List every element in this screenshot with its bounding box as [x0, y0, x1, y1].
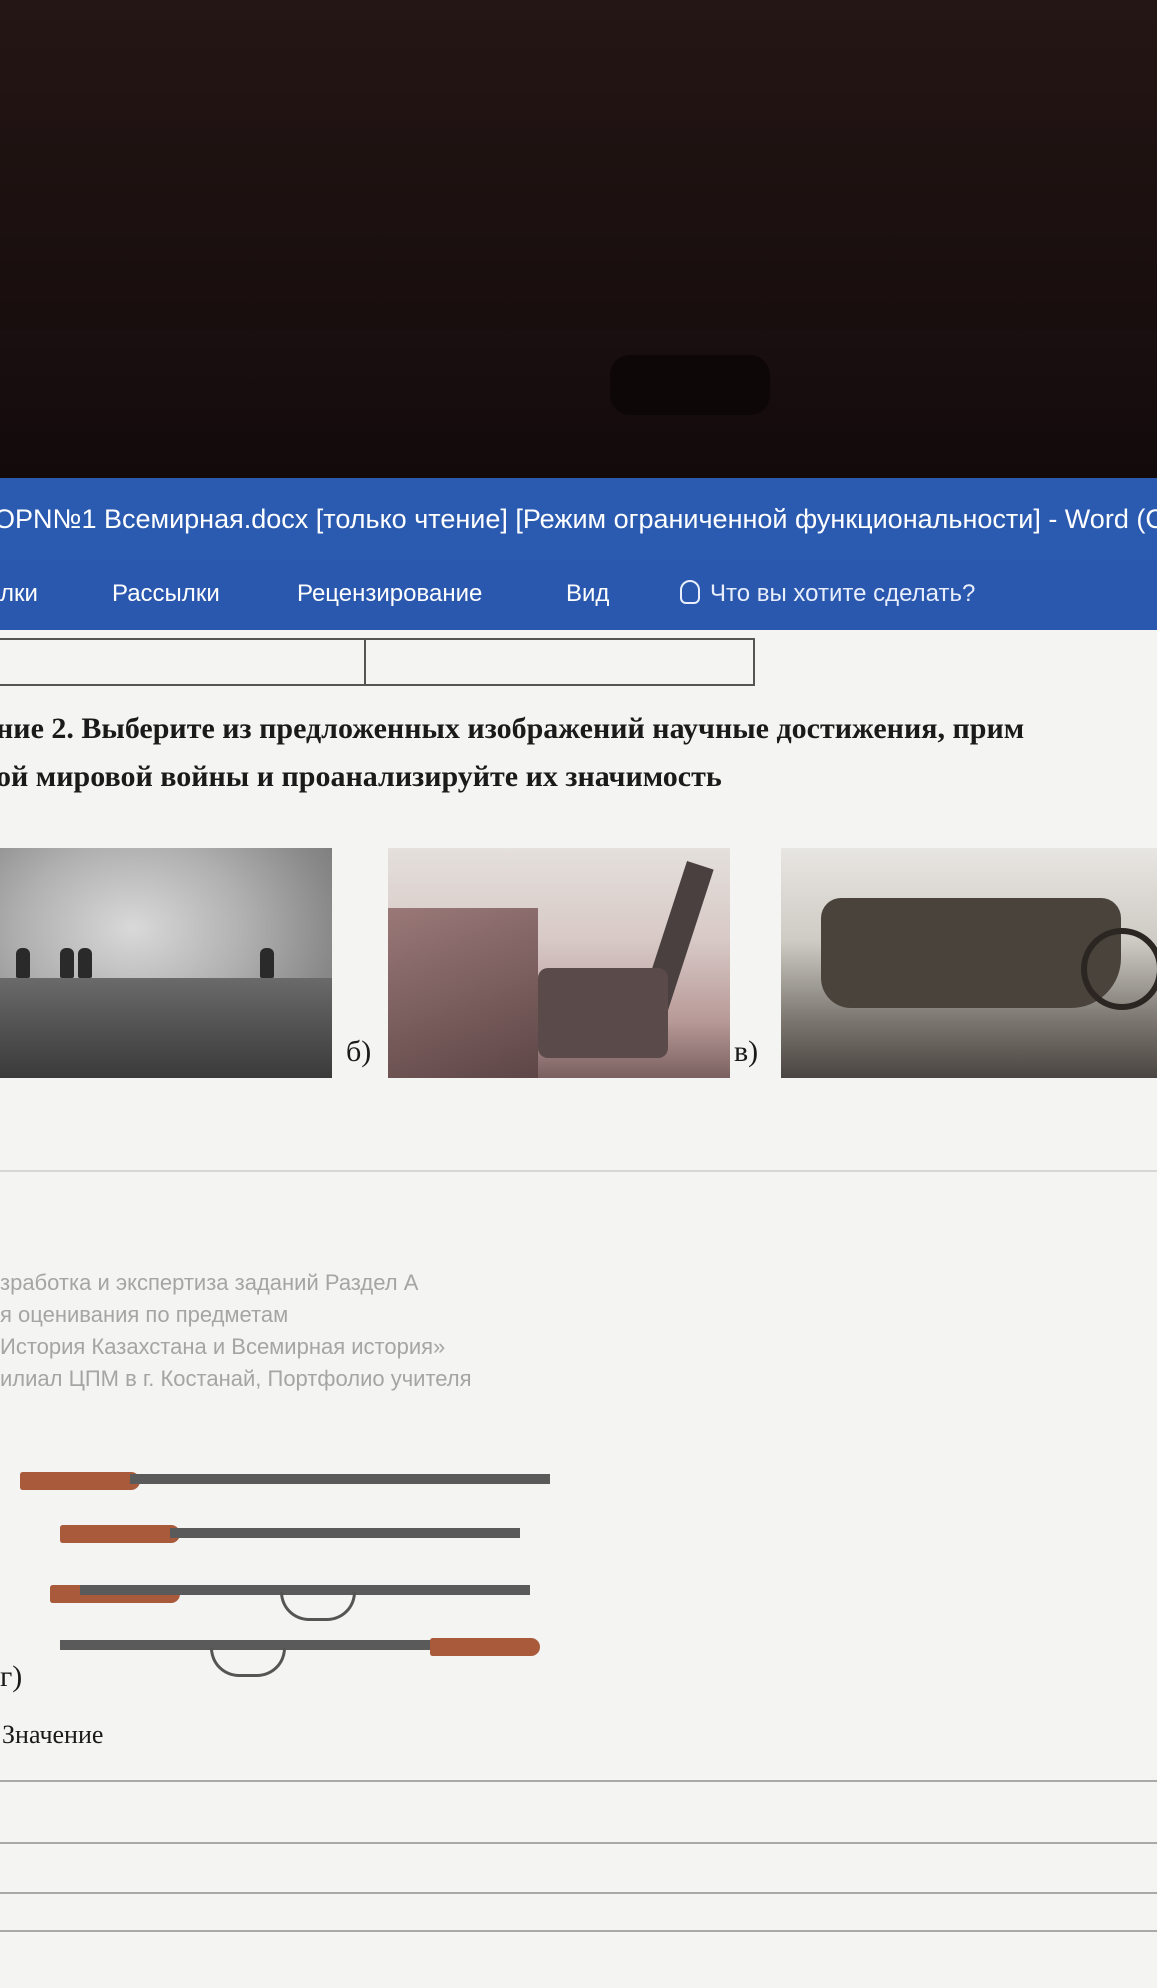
faded-text-line: илиал ЦПМ в г. Костанай, Портфолио учите…: [0, 1366, 472, 1391]
gun-carriage: [538, 968, 668, 1058]
ribbon-tabs: лки Рассылки Рецензирование Вид Что вы х…: [0, 560, 1157, 630]
image-trees: [388, 908, 538, 1078]
window-title: ОРN№1 Всемирная.docx [только чтение] [Ре…: [0, 504, 1157, 534]
rifle-barrel: [170, 1528, 520, 1538]
table-row: [0, 638, 755, 686]
soldier-figure: [60, 948, 74, 978]
image-label-v: в): [734, 1035, 759, 1068]
image-ground: [0, 978, 332, 1078]
document-page[interactable]: ние 2. Выберите из предложенных изображе…: [0, 630, 1157, 1988]
rifles-image: [10, 1440, 570, 1700]
page-divider: [0, 1170, 1157, 1172]
rifle-stock: [20, 1472, 140, 1490]
tell-me-box[interactable]: Что вы хотите сделать?: [680, 580, 975, 608]
answer-line: [0, 1842, 1157, 1844]
image-label-g: г): [0, 1660, 23, 1693]
rifle-barrel: [130, 1474, 550, 1484]
rifle-stock: [430, 1638, 540, 1656]
tank-hull: [821, 898, 1121, 1008]
soldier-figure: [260, 948, 274, 978]
faded-text-line: я оценивания по предметам: [0, 1302, 289, 1327]
tank-image: [781, 848, 1157, 1078]
faded-text-line: История Казахстана и Всемирная история»: [0, 1334, 446, 1359]
soldier-figure: [16, 948, 30, 978]
image-label-b: б): [346, 1035, 372, 1068]
answer-line: [0, 1780, 1157, 1782]
meaning-label: Значение: [2, 1720, 104, 1749]
bezel-shadow: [610, 355, 770, 415]
title-bar: ОРN№1 Всемирная.docx [только чтение] [Ре…: [0, 478, 1157, 560]
answer-line: [0, 1892, 1157, 1894]
tab-review[interactable]: Рецензирование: [297, 580, 482, 608]
monitor-bezel: [0, 330, 1157, 480]
task-text: ние 2. Выберите из предложенных изображе…: [0, 705, 1157, 801]
tank-wheel: [1081, 928, 1157, 1010]
gas-attack-image: [0, 848, 332, 1078]
answer-line: [0, 1930, 1157, 1932]
tab-links[interactable]: лки: [0, 580, 38, 608]
soldier-figure: [78, 948, 92, 978]
rifle-magazine: [280, 1592, 356, 1621]
rifle-magazine: [210, 1648, 286, 1677]
lightbulb-icon: [680, 580, 700, 604]
tab-view[interactable]: Вид: [566, 580, 609, 608]
task-line-2: ой мировой войны и проанализируйте их зн…: [0, 760, 722, 793]
tell-me-text: Что вы хотите сделать?: [710, 580, 976, 607]
task-line-1: ние 2. Выберите из предложенных изображе…: [0, 712, 1025, 745]
rifle-stock: [60, 1525, 180, 1543]
heavy-artillery-image: [388, 848, 730, 1078]
tab-mailings[interactable]: Рассылки: [112, 580, 220, 608]
word-window: ОРN№1 Всемирная.docx [только чтение] [Ре…: [0, 478, 1157, 1988]
faded-text-line: зработка и экспертиза заданий Раздел А: [0, 1270, 419, 1295]
table-cell-divider: [364, 640, 366, 684]
